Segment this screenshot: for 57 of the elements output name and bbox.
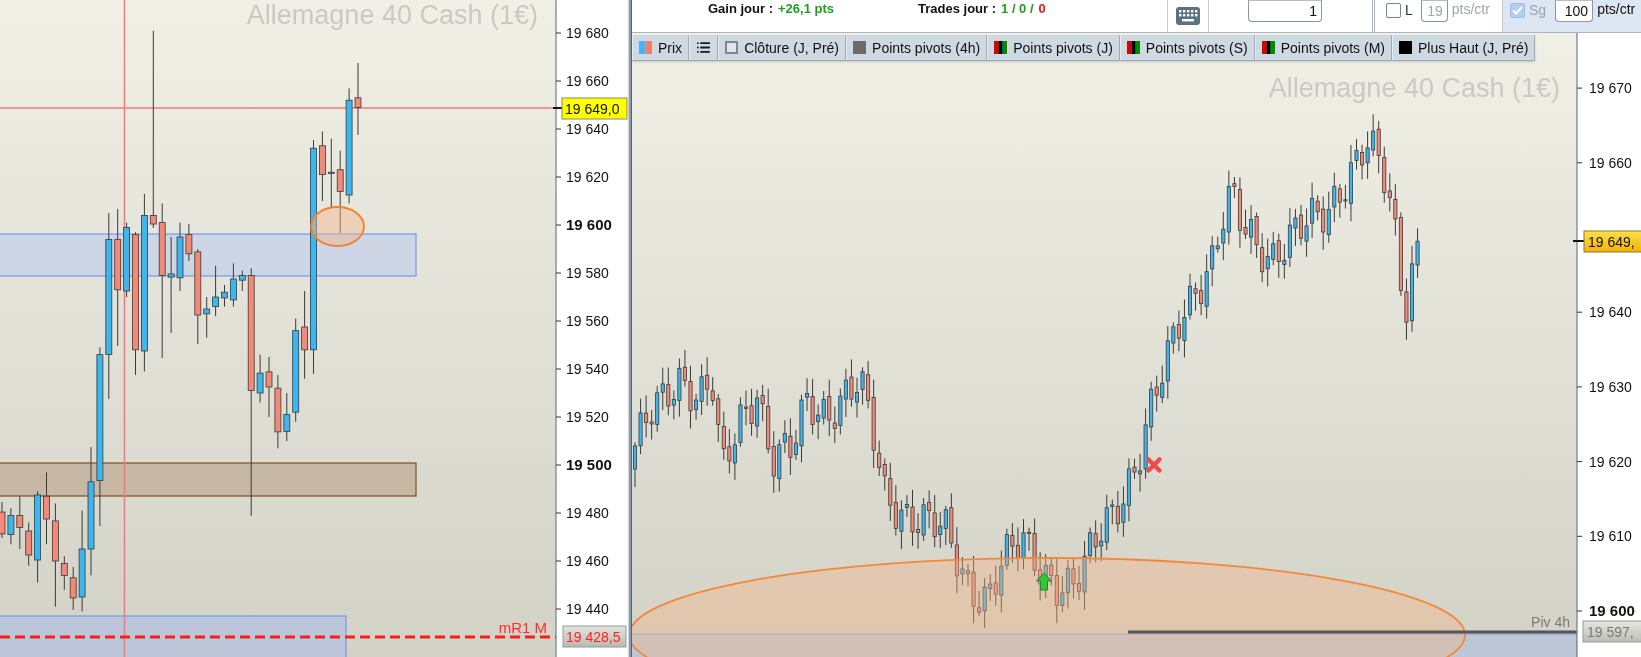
axis-label: 19 620 — [1589, 453, 1632, 470]
axis-label: 19 670 — [1589, 80, 1632, 97]
stat-label: Trades jour : — [918, 1, 997, 16]
swatch-icon — [994, 41, 1008, 54]
legend-item[interactable]: Clôture (J, Pré) — [718, 35, 847, 60]
legend-item[interactable]: Points pivots (M) — [1254, 35, 1392, 60]
swatch-icon — [1261, 41, 1275, 54]
axis-label: 19 600 — [566, 216, 612, 233]
swatch-icon — [725, 41, 739, 54]
axis-label: 19 660 — [1589, 154, 1632, 171]
legend-item[interactable]: Points pivots (J) — [987, 35, 1120, 60]
axis-label: 19 640 — [566, 121, 609, 137]
legend-item[interactable]: Plus Haut (J, Pré) — [1392, 35, 1536, 60]
points-field[interactable]: 100 — [1555, 0, 1594, 22]
stat-label: Gain jour : — [708, 1, 773, 16]
trade-count: 0 — [1038, 1, 1046, 16]
stat-value: +26,1 pts — [778, 1, 834, 16]
legend-item[interactable]: Points pivots (4h) — [846, 35, 988, 60]
axis-label: 19 460 — [566, 553, 609, 569]
axis-label: 19 440 — [566, 601, 609, 617]
axis-label: 19 630 — [1589, 378, 1632, 395]
axis-label: 19 680 — [566, 25, 609, 41]
unit-label: pts/ctr — [1451, 0, 1490, 18]
checkbox[interactable] — [1510, 3, 1525, 18]
candle — [221, 284, 228, 308]
price-tag: 19 597, — [1582, 620, 1641, 643]
price-tag: 19 428,5 — [562, 625, 627, 648]
quantity-field[interactable]: 1 — [1248, 0, 1322, 22]
up-arrow-icon — [1036, 572, 1052, 591]
axis-label: 19 660 — [566, 73, 609, 89]
axis-label: 19 540 — [566, 361, 609, 377]
legend-item[interactable]: Prix — [632, 35, 690, 60]
checkbox-label: Sg — [1529, 1, 1547, 20]
swatch-icon — [1126, 41, 1140, 54]
axis-label: 19 580 — [566, 265, 609, 281]
axis-label: 19 500 — [566, 456, 612, 473]
level-label: mR1 M — [498, 619, 547, 636]
axis-label: 19 520 — [566, 409, 609, 425]
axis-label: 19 620 — [566, 169, 609, 185]
axis-label: 19 480 — [566, 505, 609, 521]
cross-marker-icon — [1146, 457, 1162, 473]
legend-item[interactable]: Points pivots (S) — [1119, 35, 1255, 60]
axis-label: 19 610 — [1589, 528, 1632, 545]
highlight-ellipse — [310, 206, 365, 247]
check-icon — [1512, 6, 1523, 15]
trade-count: 1 / 0 / — [1001, 1, 1034, 16]
axis-label: 19 600 — [1589, 602, 1635, 619]
list-button[interactable] — [689, 35, 719, 60]
keyboard-icon — [1176, 7, 1200, 25]
keyboard-button[interactable] — [1167, 0, 1209, 32]
axis-label: 19 640 — [1589, 304, 1632, 321]
swatch-icon — [639, 41, 652, 54]
pivot-label: Piv 4h — [1531, 614, 1570, 630]
unit-label: pts/ctr — [1597, 0, 1636, 18]
list-icon — [696, 40, 712, 55]
checkbox-label: L — [1405, 1, 1413, 20]
axis-label: 19 560 — [566, 313, 609, 329]
